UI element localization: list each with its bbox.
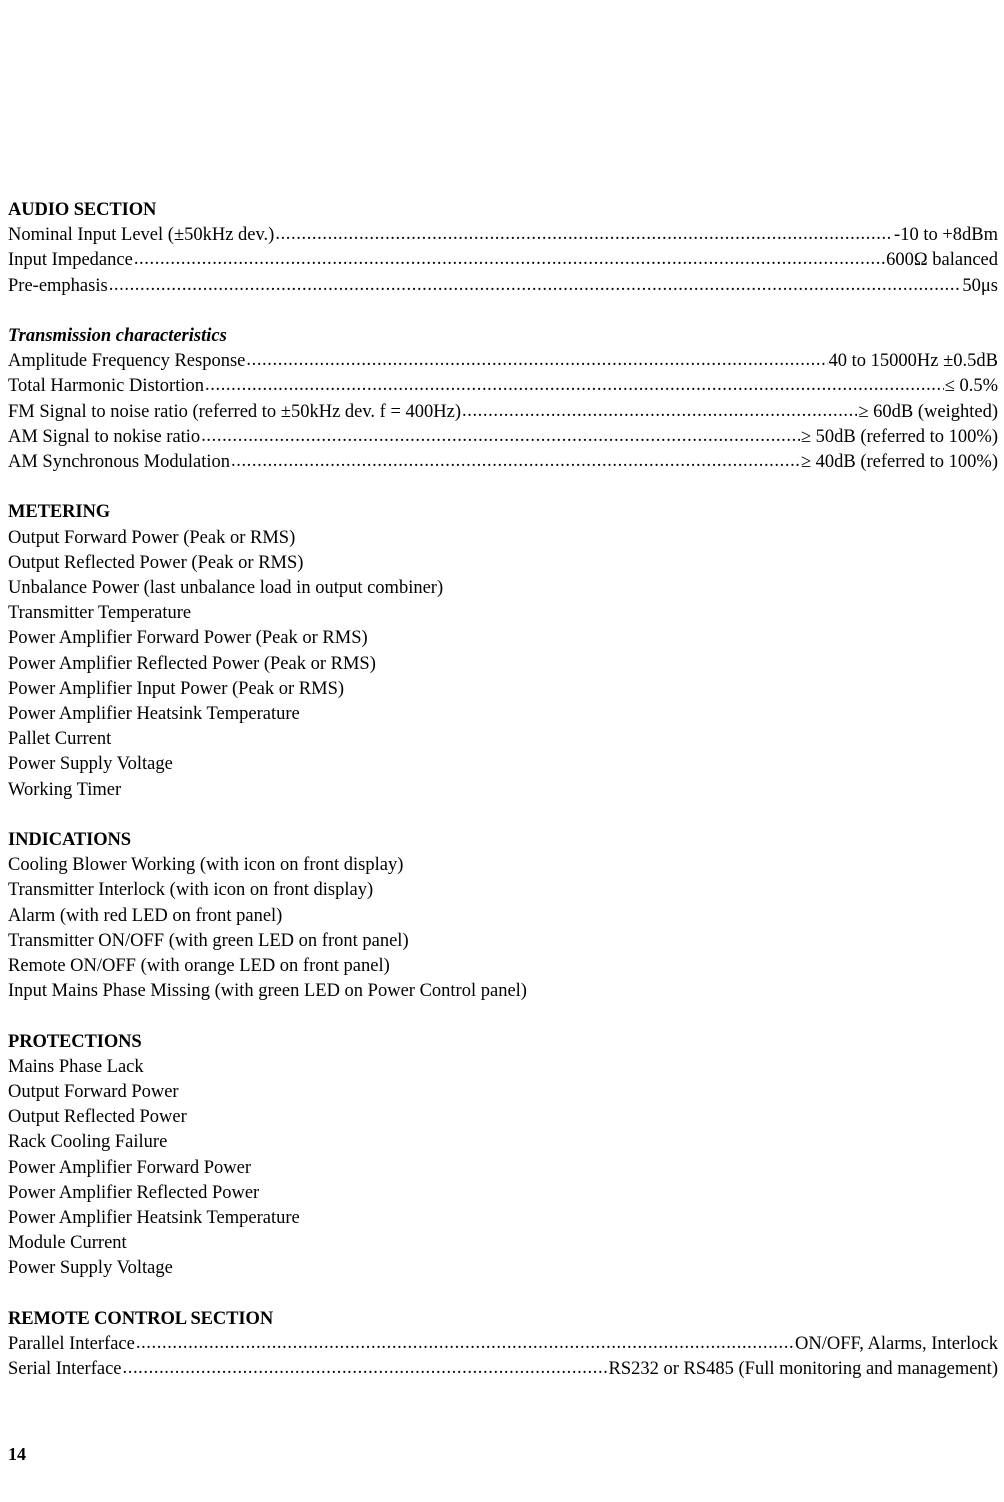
spec-item: Cooling Blower Working (with icon on fro…: [8, 855, 404, 876]
dot-leader: ........................................…: [135, 1333, 794, 1354]
section-title-audio: AUDIO SECTION: [8, 200, 157, 220]
spec-item: Pallet Current: [8, 729, 112, 750]
spec-row: Pre-emphasis............................…: [8, 274, 998, 299]
spec-item: Transmitter ON/OFF (with green LED on fr…: [8, 930, 409, 951]
spec-item: Power Amplifier Forward Power (Peak or R…: [8, 628, 368, 649]
spec-item: Transmitter Temperature: [8, 603, 192, 624]
dot-leader: ........................................…: [122, 1358, 608, 1379]
dot-leader: ........................................…: [133, 249, 885, 270]
spec-row: Input Impedance.........................…: [8, 248, 998, 273]
spec-value: ON/OFF, Alarms, Interlock: [794, 1334, 998, 1355]
spec-value: -10 to +8dBm: [894, 225, 998, 246]
spec-sheet-content: AUDIO SECTION Nominal Input Level (±50kHz…: [8, 198, 998, 1382]
spec-item: Power Amplifier Forward Power: [8, 1157, 252, 1178]
dot-leader: ........................................…: [201, 425, 800, 446]
spec-value: 50μs: [962, 275, 998, 296]
dot-leader: ........................................…: [108, 274, 962, 295]
spec-item: Power Supply Voltage: [8, 1258, 173, 1279]
spec-value: ≥ 40dB (referred to 100%): [800, 452, 998, 473]
spec-value: ≥ 60dB (weighted): [858, 401, 998, 422]
spec-item: Power Amplifier Heatsink Temperature: [8, 1208, 300, 1229]
spec-item: Output Forward Power (Peak or RMS): [8, 527, 296, 548]
dot-leader: ........................................…: [231, 451, 800, 472]
spec-label: Amplitude Frequency Response: [8, 351, 246, 372]
spec-label: Pre-emphasis: [8, 275, 108, 296]
dot-leader: ........................................…: [462, 400, 857, 421]
spec-item: Unbalance Power (last unbalance load in …: [8, 578, 444, 599]
spec-item: Transmitter Interlock (with icon on fron…: [8, 880, 374, 901]
spec-item: Mains Phase Lack: [8, 1056, 144, 1077]
spec-item: Remote ON/OFF (with orange LED on front …: [8, 956, 390, 977]
section-title-transmission: Transmission characteristics: [8, 326, 227, 346]
spec-item: Power Amplifier Input Power (Peak or RMS…: [8, 678, 345, 699]
spec-label: Nominal Input Level (±50kHz dev.): [8, 225, 275, 246]
spec-item: Power Amplifier Reflected Power (Peak or…: [8, 653, 376, 674]
spec-item: Output Reflected Power (Peak or RMS): [8, 552, 304, 573]
spec-label: AM Synchronous Modulation: [8, 452, 230, 473]
spec-value: ≤ 0.5%: [944, 376, 998, 397]
spec-row: Total Harmonic Distortion...............…: [8, 374, 998, 399]
spec-value: 40 to 15000Hz ±0.5dB: [828, 351, 998, 372]
dot-leader: ........................................…: [275, 224, 893, 245]
spec-row: Nominal Input Level (±50kHz dev.).......…: [8, 223, 998, 248]
document-page: AUDIO SECTION Nominal Input Level (±50kHz…: [0, 0, 1004, 1502]
spec-value: RS232 or RS485 (Full monitoring and mana…: [608, 1359, 998, 1380]
spec-row: Serial Interface........................…: [8, 1357, 998, 1382]
section-title-remote-control: REMOTE CONTROL SECTION: [8, 1308, 274, 1329]
page-number: 14: [8, 1444, 26, 1464]
spec-item: Output Reflected Power: [8, 1107, 187, 1128]
dot-leader: ........................................…: [205, 375, 944, 396]
section-title-indications: INDICATIONS: [8, 830, 131, 851]
spec-item: Rack Cooling Failure: [8, 1132, 168, 1153]
spec-item: Input Mains Phase Missing (with green LE…: [8, 981, 527, 1002]
spec-row: Parallel Interface......................…: [8, 1332, 998, 1357]
spec-item: Power Supply Voltage: [8, 754, 173, 775]
spec-label: Parallel Interface: [8, 1334, 135, 1355]
dot-leader: ........................................…: [246, 350, 828, 371]
spec-item: Power Amplifier Reflected Power: [8, 1182, 260, 1203]
spec-item: Power Amplifier Heatsink Temperature: [8, 704, 300, 725]
spec-label: Input Impedance: [8, 250, 133, 271]
spec-item: Module Current: [8, 1233, 127, 1254]
spec-item: Working Timer: [8, 779, 122, 800]
spec-value: ≥ 50dB (referred to 100%): [800, 426, 998, 447]
spec-item: Output Forward Power: [8, 1082, 179, 1103]
spec-row: FM Signal to noise ratio (referred to ±5…: [8, 400, 998, 425]
spec-label: FM Signal to noise ratio (referred to ±5…: [8, 401, 461, 422]
spec-value: 600Ω balanced: [886, 250, 998, 271]
spec-label: Total Harmonic Distortion: [8, 376, 205, 397]
spec-label: Serial Interface: [8, 1359, 122, 1380]
spec-row: AM Synchronous Modulation...............…: [8, 450, 998, 475]
spec-item: Alarm (with red LED on front panel): [8, 905, 283, 926]
section-title-protections: PROTECTIONS: [8, 1031, 142, 1052]
spec-row: Amplitude Frequency Response............…: [8, 349, 998, 374]
spec-label: AM Signal to nokise ratio: [8, 426, 201, 447]
spec-row: AM Signal to nokise ratio...............…: [8, 425, 998, 450]
section-title-metering: METERING: [8, 502, 110, 523]
